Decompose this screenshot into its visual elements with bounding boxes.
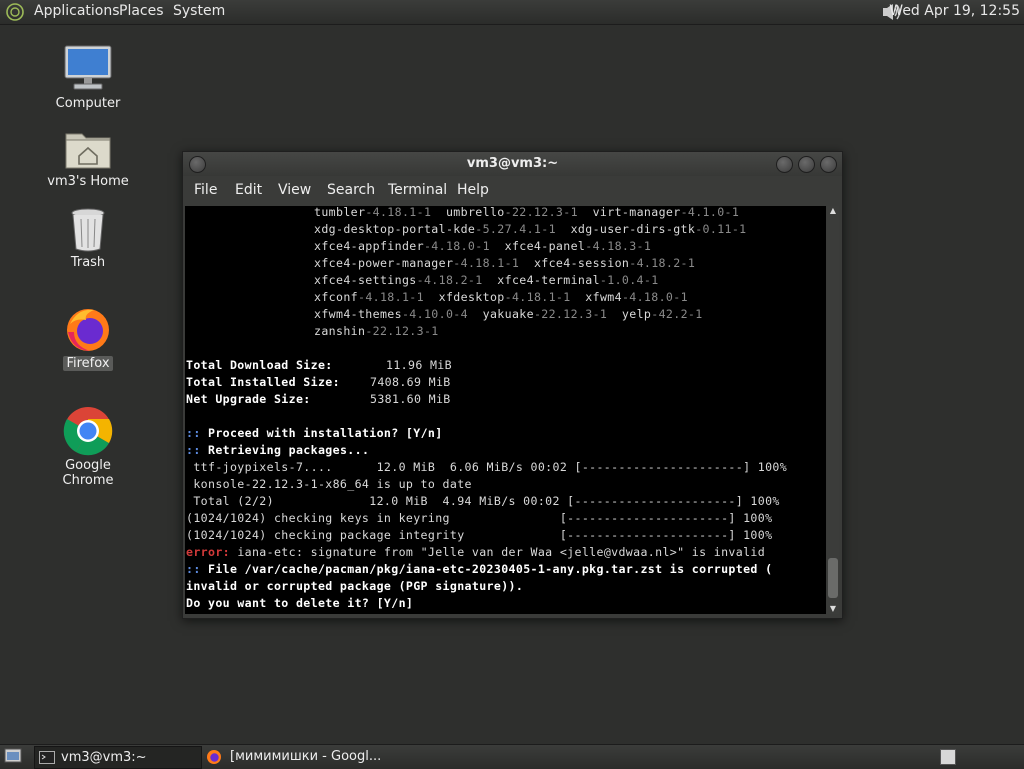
desktop-icon-label: Firefox: [63, 356, 113, 371]
menu-file[interactable]: File: [194, 182, 217, 198]
terminal-icon: [39, 751, 55, 764]
scroll-down-arrow-icon[interactable]: ▼: [827, 604, 839, 614]
window-title: vm3@vm3:~: [466, 156, 559, 171]
terminal-output[interactable]: tumbler-4.18.1-1 umbrello-22.12.3-1 virt…: [185, 206, 826, 614]
package-line: xfconf-4.18.1-1 xfdesktop-4.18.1-1 xfwm4…: [314, 290, 688, 304]
menu-edit[interactable]: Edit: [235, 182, 262, 198]
size-value: 5381.60 MiB: [370, 392, 451, 406]
progress-line: (1024/1024) checking package integrity […: [186, 528, 773, 542]
package-line: xfce4-power-manager-4.18.1-1 xfce4-sessi…: [314, 256, 696, 270]
size-value: 11.96 MiB: [386, 358, 452, 372]
progress-line: konsole-22.12.3-1-x86_64 is up to date: [186, 477, 472, 491]
package-line: tumbler-4.18.1-1 umbrello-22.12.3-1 virt…: [314, 206, 740, 219]
taskbar-terminal-button[interactable]: vm3@vm3:~: [34, 746, 202, 769]
maximize-button[interactable]: [798, 156, 815, 173]
firefox-icon: [207, 750, 221, 764]
corrupted-line-cont: invalid or corrupted package (PGP signat…: [186, 579, 524, 593]
distro-logo-icon[interactable]: [6, 3, 24, 21]
proceed-line: :: Proceed with installation? [Y/n]: [186, 426, 443, 440]
error-line: error: iana-etc: signature from "Jelle v…: [186, 545, 766, 559]
workspace-switcher[interactable]: [940, 749, 956, 765]
package-line: xfce4-settings-4.18.2-1 xfce4-terminal-1…: [314, 273, 659, 287]
progress-line: (1024/1024) checking keys in keyring [--…: [186, 511, 773, 525]
taskbar-label: [мимимишки - Googl...: [230, 749, 382, 764]
scroll-up-arrow-icon[interactable]: ▲: [827, 206, 839, 216]
size-value: 7408.69 MiB: [370, 375, 451, 389]
desktop-icon-label: Computer: [55, 96, 121, 111]
menubar: File Edit View Search Terminal Help: [183, 176, 842, 204]
desktop-icon-chrome[interactable]: Google Chrome: [38, 406, 138, 488]
delete-prompt: Do you want to delete it? [Y/n]: [186, 596, 414, 610]
size-label: Total Installed Size:: [186, 375, 340, 389]
terminal-scrollbar[interactable]: ▲ ▼: [827, 206, 839, 614]
size-label: Net Upgrade Size:: [186, 392, 311, 406]
scrollbar-thumb[interactable]: [828, 558, 838, 598]
window-titlebar[interactable]: vm3@vm3:~: [183, 152, 842, 176]
close-button[interactable]: [820, 156, 837, 173]
retrieving-line: :: Retrieving packages...: [186, 443, 370, 457]
minimize-button[interactable]: [776, 156, 793, 173]
clock[interactable]: Wed Apr 19, 12:55: [889, 3, 1020, 19]
progress-line: ttf-joypixels-7.... 12.0 MiB 6.06 MiB/s …: [186, 460, 788, 474]
menu-terminal[interactable]: Terminal: [388, 182, 447, 198]
window-menu-button[interactable]: [189, 156, 206, 173]
menu-help[interactable]: Help: [457, 182, 489, 198]
home-folder-icon: [65, 133, 111, 169]
desktop-icon-trash[interactable]: Trash: [38, 207, 138, 270]
taskbar-firefox-button[interactable]: [мимимишки - Googl...: [204, 746, 404, 767]
menu-view[interactable]: View: [278, 182, 311, 198]
size-label: Total Download Size:: [186, 358, 333, 372]
package-line: xdg-desktop-portal-kde-5.27.4.1-1 xdg-us…: [314, 222, 747, 236]
firefox-icon: [67, 309, 109, 351]
terminal-window: vm3@vm3:~ File Edit View Search Terminal…: [182, 151, 843, 619]
trash-icon: [71, 208, 105, 252]
desktop-icon-firefox[interactable]: Firefox: [38, 306, 138, 371]
progress-line: Total (2/2) 12.0 MiB 4.94 MiB/s 00:02 [-…: [186, 494, 780, 508]
desktop-icon-computer[interactable]: Computer: [38, 44, 138, 111]
desktop-icon-home[interactable]: vm3's Home: [38, 126, 138, 189]
top-panel: Applications Places System Wed Apr 19, 1…: [0, 0, 1024, 25]
package-line: xfwm4-themes-4.10.0-4 yakuake-22.12.3-1 …: [314, 307, 703, 321]
bottom-panel: vm3@vm3:~ [мимимишки - Googl...: [0, 744, 1024, 769]
menu-search[interactable]: Search: [327, 182, 375, 198]
show-desktop-icon[interactable]: [4, 748, 22, 764]
desktop-icon-label: Google Chrome: [62, 458, 114, 488]
package-line: xfce4-appfinder-4.18.0-1 xfce4-panel-4.1…: [314, 239, 652, 253]
desktop-icon-label: Trash: [70, 255, 106, 270]
computer-icon: [64, 45, 112, 90]
system-menu[interactable]: System: [173, 3, 225, 19]
corrupted-line: :: File /var/cache/pacman/pkg/iana-etc-2…: [186, 562, 773, 576]
chrome-icon: [63, 407, 113, 456]
package-line: zanshin-22.12.3-1: [314, 324, 439, 338]
taskbar-label: vm3@vm3:~: [61, 750, 147, 765]
applications-menu[interactable]: Applications: [34, 3, 120, 19]
desktop-icon-label: vm3's Home: [47, 174, 129, 189]
places-menu[interactable]: Places: [119, 3, 164, 19]
